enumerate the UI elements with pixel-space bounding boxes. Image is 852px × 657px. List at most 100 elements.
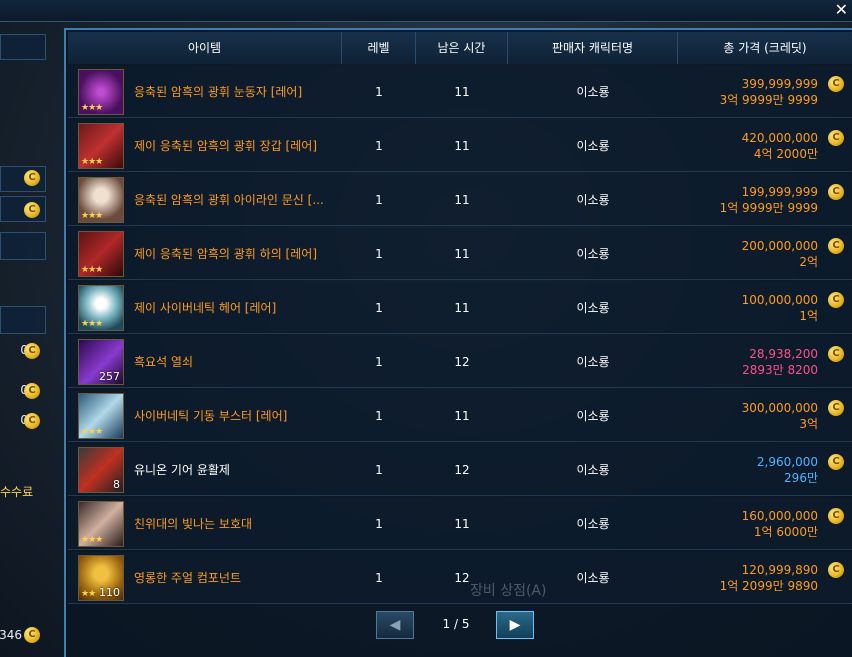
dark-eye-icon[interactable]: ★★★ — [78, 68, 124, 115]
item-name: 제이 응축된 암흑의 광휘 장갑 [레어] — [134, 139, 317, 153]
eyeline-tattoo-icon[interactable]: ★★★ — [78, 176, 124, 223]
header-time-left[interactable]: 남은 시간 — [416, 32, 508, 64]
rarity-stars: ★★★ — [81, 534, 103, 545]
price-numeric: 199,999,999 — [741, 184, 818, 199]
left-field-4 — [0, 232, 46, 260]
item-cell: ★★★ 사이버네틱 기동 부스터 [레어] — [68, 390, 342, 442]
item-time-left: 11 — [454, 300, 470, 315]
item-level: 1 — [375, 246, 383, 261]
seller-name: 이소룡 — [576, 355, 610, 369]
auction-market-panel: 아이템 레벨 남은 시간 판매자 캐릭터명 총 가격 (크레딧) ★★★ 응축된 … — [64, 28, 852, 657]
item-level: 1 — [375, 300, 383, 315]
price-numeric: 200,000,000 — [741, 238, 818, 253]
gear-lubricant-icon[interactable]: 8 — [78, 446, 124, 493]
price-numeric: 100,000,000 — [741, 292, 818, 307]
table-row[interactable]: ★★★ 제이 사이버네틱 헤어 [레어] 1 11 이소룡 100,000,000 1억 C — [68, 282, 852, 334]
rarity-stars: ★★★ — [81, 210, 103, 221]
price-cell: 300,000,000 3억 C — [678, 390, 852, 442]
dark-gloves-icon[interactable]: ★★★ — [78, 122, 124, 169]
price-numeric: 300,000,000 — [741, 400, 818, 415]
prev-page-button[interactable]: ◀ — [376, 611, 414, 639]
coin-icon: C — [24, 627, 40, 643]
left-bottom-value: 346 — [0, 628, 22, 642]
table-row[interactable]: ★★ 110 영롱한 주얼 컴포넌트 1 12 이소룡 120,999,890 1억 2099… — [68, 552, 852, 604]
table-row[interactable]: 8 유니온 기어 윤활제 1 12 이소룡 2,960,000 296만 C — [68, 444, 852, 496]
price-korean: 4억 2000만 — [753, 146, 818, 161]
item-cell: ★★ 110 영롱한 주얼 컴포넌트 — [68, 552, 342, 604]
price-numeric: 2,960,000 — [756, 454, 818, 469]
dark-pants-icon[interactable]: ★★★ — [78, 230, 124, 277]
item-quantity: 257 — [99, 369, 120, 383]
item-cell: 8 유니온 기어 윤활제 — [68, 444, 342, 496]
coin-icon: C — [828, 453, 844, 470]
page-indicator: 1 / 5 — [442, 617, 470, 631]
next-page-button[interactable]: ▶ — [496, 611, 534, 639]
table-row[interactable]: ★★★ 사이버네틱 기동 부스터 [레어] 1 11 이소룡 300,000,000 3억 C — [68, 390, 852, 442]
coin-icon: C — [828, 507, 844, 524]
header-price[interactable]: 총 가격 (크레딧) — [678, 32, 852, 64]
price-cell: 420,000,000 4억 2000만 C — [678, 120, 852, 172]
rarity-stars: ★★★ — [81, 318, 103, 329]
background-shop-label: 장비 상점(A) — [470, 583, 547, 599]
coin-icon: C — [24, 170, 40, 186]
item-cell: ★★★ 제이 사이버네틱 헤어 [레어] — [68, 282, 342, 334]
item-quantity: 110 — [99, 585, 120, 599]
price-cell: 120,999,890 1억 2099만 9890 C — [678, 552, 852, 604]
coin-icon: C — [828, 129, 844, 146]
price-korean: 1억 6000만 — [753, 524, 818, 539]
item-time-left: 11 — [454, 138, 470, 153]
price-cell: 100,000,000 1억 C — [678, 282, 852, 334]
coin-icon: C — [24, 343, 40, 359]
cyber-hair-icon[interactable]: ★★★ — [78, 284, 124, 331]
header-item[interactable]: 아이템 — [68, 32, 342, 64]
guard-bracer-icon[interactable]: ★★★ — [78, 500, 124, 547]
seller-name: 이소룡 — [576, 85, 610, 99]
item-time-left: 11 — [454, 246, 470, 261]
price-korean: 3억 9999만 9999 — [719, 92, 818, 107]
left-field-5 — [0, 306, 46, 334]
item-cell: ★★★ 제이 응축된 암흑의 광휘 하의 [레어] — [68, 228, 342, 280]
coin-icon: C — [828, 345, 844, 362]
item-name: 친위대의 빛나는 보호대 — [134, 517, 253, 531]
table-row[interactable]: ★★★ 응축된 암흑의 광휘 눈동자 [레어] 1 11 이소룡 399,999,999 3… — [68, 66, 852, 118]
table-row[interactable]: ★★★ 응축된 암흑의 광휘 아이라인 문신 [... 1 11 이소룡 199,999,… — [68, 174, 852, 226]
pagination: ◀ 1 / 5 ▶ — [376, 611, 536, 641]
seller-name: 이소룡 — [576, 517, 610, 531]
table-row[interactable]: ★★★ 친위대의 빛나는 보호대 1 11 이소룡 160,000,000 1억 6000만… — [68, 498, 852, 550]
fee-label: 수수료 — [0, 485, 34, 499]
item-level: 1 — [375, 570, 383, 585]
price-numeric: 399,999,999 — [741, 76, 818, 91]
coin-icon: C — [828, 183, 844, 200]
table-row[interactable]: ★★★ 제이 응축된 암흑의 광휘 장갑 [레어] 1 11 이소룡 420,000,00… — [68, 120, 852, 172]
item-time-left: 11 — [454, 408, 470, 423]
coin-icon: C — [828, 75, 844, 92]
item-time-left: 11 — [454, 192, 470, 207]
seller-name: 이소룡 — [576, 247, 610, 261]
item-level: 1 — [375, 516, 383, 531]
cyber-booster-icon[interactable]: ★★★ — [78, 392, 124, 439]
price-numeric: 28,938,200 — [749, 346, 818, 361]
item-name: 사이버네틱 기동 부스터 [레어] — [134, 409, 288, 423]
obsidian-key-icon[interactable]: 257 — [78, 338, 124, 385]
coin-icon: C — [828, 561, 844, 578]
item-name: 영롱한 주얼 컴포넌트 — [134, 571, 241, 585]
rarity-stars: ★★★ — [81, 264, 103, 275]
header-level[interactable]: 레벨 — [342, 32, 416, 64]
price-korean: 2893만 8200 — [742, 362, 818, 377]
close-icon[interactable]: ✕ — [835, 0, 848, 19]
jewel-component-icon[interactable]: ★★ 110 — [78, 554, 124, 601]
table-row[interactable]: ★★★ 제이 응축된 암흑의 광휘 하의 [레어] 1 11 이소룡 200,000,00… — [68, 228, 852, 280]
item-cell: ★★★ 응축된 암흑의 광휘 아이라인 문신 [... — [68, 174, 342, 226]
item-level: 1 — [375, 354, 383, 369]
table-row[interactable]: 257 흑요석 열쇠 1 12 이소룡 28,938,200 2893만 8200 C — [68, 336, 852, 388]
price-korean: 3억 — [799, 416, 818, 431]
top-bar: ✕ — [0, 0, 852, 22]
table-header: 아이템 레벨 남은 시간 판매자 캐릭터명 총 가격 (크레딧) — [68, 32, 852, 64]
header-seller[interactable]: 판매자 캐릭터명 — [508, 32, 678, 64]
price-cell: 160,000,000 1억 6000만 C — [678, 498, 852, 550]
coin-icon: C — [24, 413, 40, 429]
item-level: 1 — [375, 84, 383, 99]
price-numeric: 420,000,000 — [741, 130, 818, 145]
price-cell: 199,999,999 1억 9999만 9999 C — [678, 174, 852, 226]
rarity-stars: ★★★ — [81, 102, 103, 113]
